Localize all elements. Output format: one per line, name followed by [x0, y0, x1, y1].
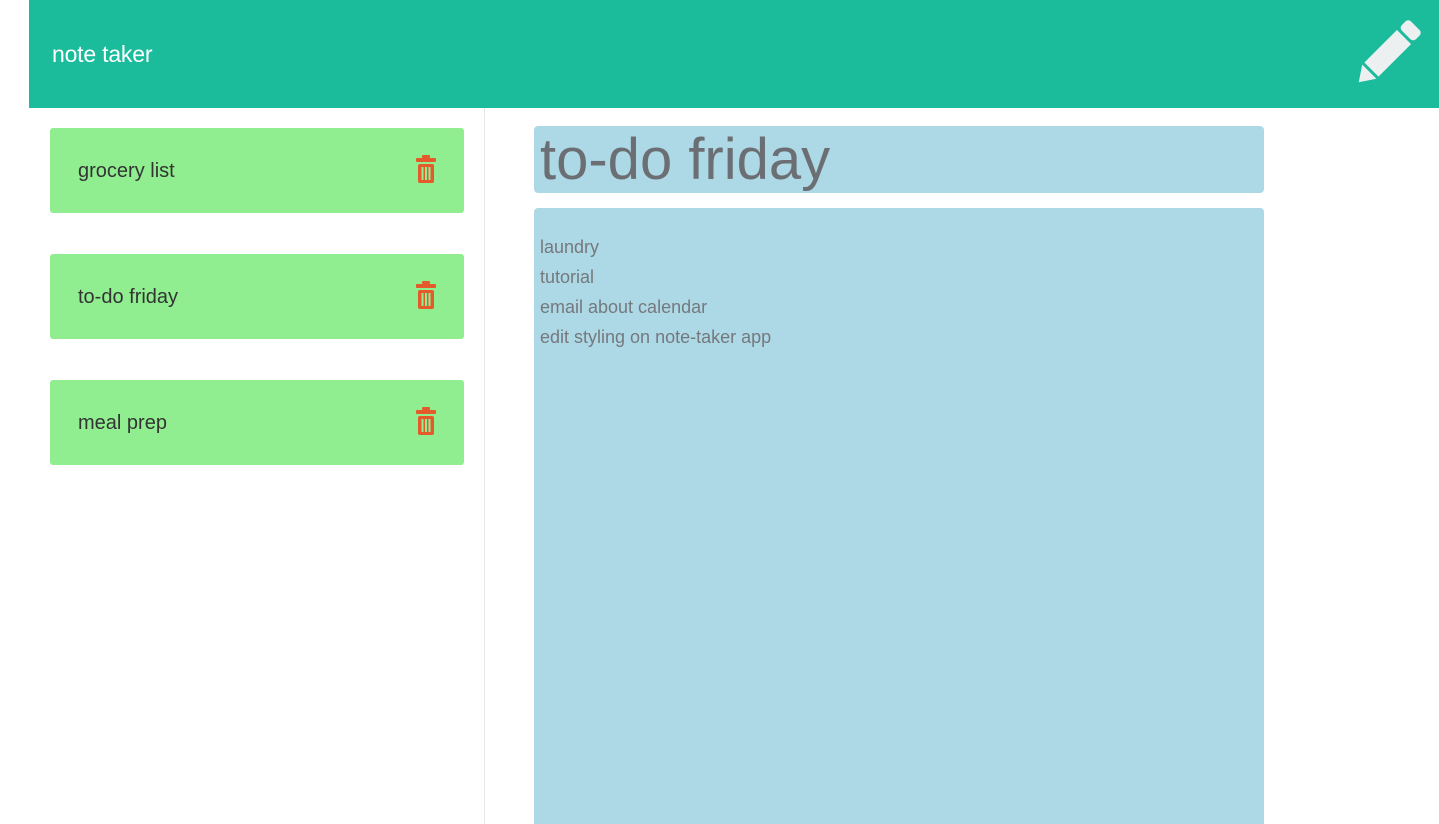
- note-line: email about calendar: [540, 297, 708, 317]
- note-item-title: grocery list: [78, 160, 175, 182]
- note-line: tutorial: [540, 267, 595, 287]
- note-text-area[interactable]: laundry tutorial email about calendar ed…: [534, 208, 1264, 824]
- note-sidebar: grocery list to-do friday meal prep: [29, 108, 485, 824]
- app-title: note taker: [52, 41, 153, 67]
- note-item-title: meal prep: [78, 412, 167, 434]
- note-line: laundry: [540, 237, 600, 257]
- trash-icon[interactable]: [414, 281, 438, 309]
- note-item-grocery-list[interactable]: grocery list: [50, 128, 464, 213]
- trash-icon[interactable]: [414, 155, 438, 183]
- note-taker-app: note taker grocery list to-do friday mea…: [29, 0, 1439, 824]
- note-item-to-do-friday[interactable]: to-do friday: [50, 254, 464, 339]
- navbar: note taker: [29, 0, 1439, 108]
- note-item-meal-prep[interactable]: meal prep: [50, 380, 464, 465]
- note-title-input[interactable]: to-do friday: [534, 126, 1264, 193]
- note-item-title: to-do friday: [78, 286, 179, 308]
- note-line: edit styling on note-taker app: [540, 327, 772, 347]
- note-editor: to-do friday laundry tutorial email abou…: [485, 108, 1439, 824]
- trash-icon[interactable]: [414, 407, 438, 435]
- pencil-icon[interactable]: [1349, 16, 1425, 92]
